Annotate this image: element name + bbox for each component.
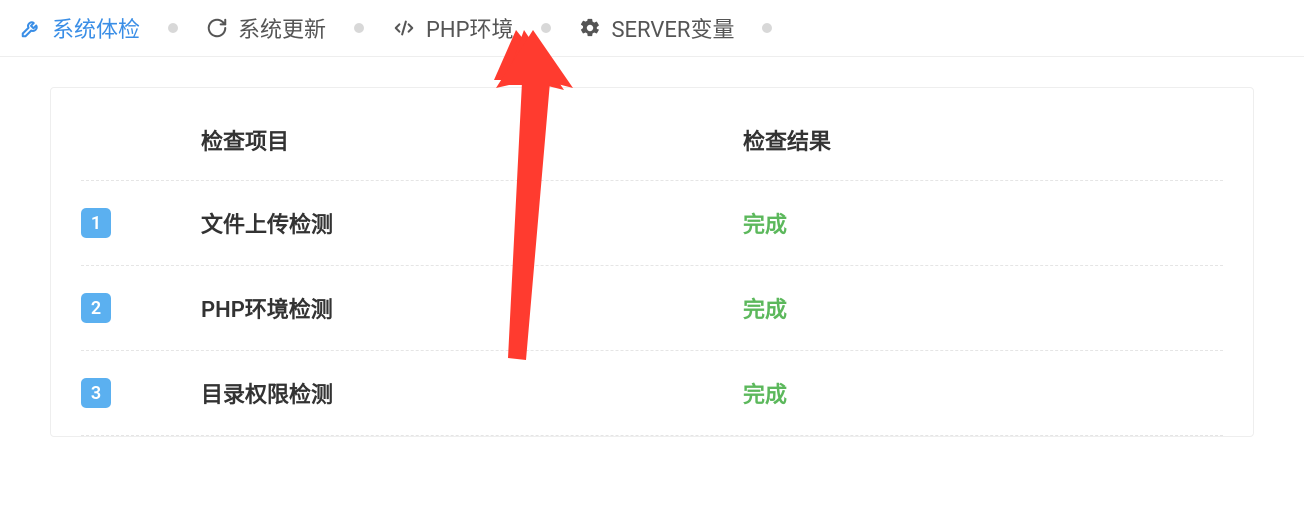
tab-system-update[interactable]: 系统更新 — [206, 8, 326, 48]
header-check-name: 检查项目 — [201, 124, 743, 156]
tab-separator-dot — [354, 23, 364, 33]
wrench-icon — [20, 17, 42, 39]
tab-label: 系统更新 — [238, 12, 326, 44]
table-row: 1 文件上传检测 完成 — [81, 181, 1223, 266]
check-result: 完成 — [743, 207, 1223, 239]
tab-separator-dot — [762, 23, 772, 33]
tab-php-env[interactable]: PHP环境 — [392, 8, 513, 48]
tab-label: 系统体检 — [52, 12, 140, 44]
table-row: 2 PHP环境检测 完成 — [81, 266, 1223, 351]
check-name: 文件上传检测 — [201, 207, 743, 239]
check-name: PHP环境检测 — [201, 292, 743, 324]
tab-bar: 系统体检 系统更新 PHP环境 — [0, 0, 1304, 57]
header-check-result: 检查结果 — [743, 124, 1223, 156]
check-result: 完成 — [743, 292, 1223, 324]
tab-label: SERVER变量 — [611, 12, 734, 44]
table-header: 检查项目 检查结果 — [81, 118, 1223, 181]
refresh-icon — [206, 17, 228, 39]
tab-separator-dot — [541, 23, 551, 33]
tab-server-vars[interactable]: SERVER变量 — [579, 8, 734, 48]
check-name: 目录权限检测 — [201, 377, 743, 409]
row-index-badge: 3 — [81, 378, 111, 408]
tab-system-check[interactable]: 系统体检 — [20, 8, 140, 48]
tab-separator-dot — [168, 23, 178, 33]
check-result: 完成 — [743, 377, 1223, 409]
gear-icon — [579, 17, 601, 39]
table-row: 3 目录权限检测 完成 — [81, 351, 1223, 436]
check-results-card: 检查项目 检查结果 1 文件上传检测 完成 2 PHP环境检测 完成 3 目录权… — [50, 87, 1254, 437]
row-index-badge: 1 — [81, 208, 111, 238]
row-index-badge: 2 — [81, 293, 111, 323]
code-icon — [392, 17, 416, 39]
tab-label: PHP环境 — [426, 12, 513, 44]
